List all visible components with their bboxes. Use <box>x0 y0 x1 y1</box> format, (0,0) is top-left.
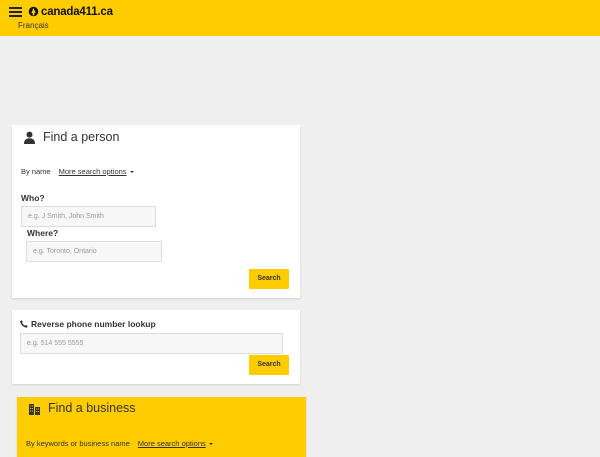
phone-icon <box>20 320 28 328</box>
reverse-lookup-title: Reverse phone number lookup <box>31 319 156 329</box>
find-person-heading: Find a person <box>23 130 119 144</box>
person-search-tabs: By name More search options <box>21 167 134 176</box>
who-input[interactable]: e.g. J Smith, John Smith <box>21 206 156 227</box>
hamburger-menu-icon[interactable] <box>9 7 22 18</box>
canada411-logo-icon <box>28 6 39 17</box>
reverse-lookup-card: Reverse phone number lookup e.g. 514 555… <box>12 310 300 384</box>
business-search-tabs: By keywords or business name More search… <box>26 439 213 448</box>
tab-by-name[interactable]: By name <box>21 167 51 176</box>
more-search-options-label: More search options <box>58 167 127 176</box>
find-person-card: Find a person By name More search option… <box>12 125 300 298</box>
person-icon <box>24 131 35 144</box>
find-business-card: Find a business By keywords or business … <box>17 397 306 457</box>
find-business-title: Find a business <box>48 401 136 415</box>
phone-number-input[interactable]: e.g. 514 555 5555 <box>20 333 283 354</box>
reverse-lookup-heading: Reverse phone number lookup <box>20 319 156 329</box>
where-input[interactable]: e.g. Toronto, Ontario <box>26 241 162 262</box>
business-more-search-options-label: More search options <box>137 439 206 448</box>
site-logo[interactable]: canada411.ca <box>28 5 113 19</box>
building-icon <box>29 403 40 415</box>
find-business-heading: Find a business <box>28 401 136 415</box>
header-bar: canada411.ca Français <box>0 0 600 36</box>
find-person-title: Find a person <box>43 130 120 144</box>
language-toggle-link[interactable]: Français <box>18 21 49 30</box>
phone-search-button[interactable]: Search <box>249 355 289 375</box>
tab-by-keywords[interactable]: By keywords or business name <box>26 439 130 448</box>
more-search-options-link[interactable]: More search options <box>59 167 134 176</box>
site-name: canada411.ca <box>41 6 113 18</box>
who-label: Who? <box>21 193 45 203</box>
person-search-button[interactable]: Search <box>249 269 289 289</box>
business-more-search-options-link[interactable]: More search options <box>138 439 213 448</box>
caret-down-icon <box>129 170 134 173</box>
where-label: Where? <box>27 228 59 238</box>
caret-down-icon <box>208 442 213 445</box>
